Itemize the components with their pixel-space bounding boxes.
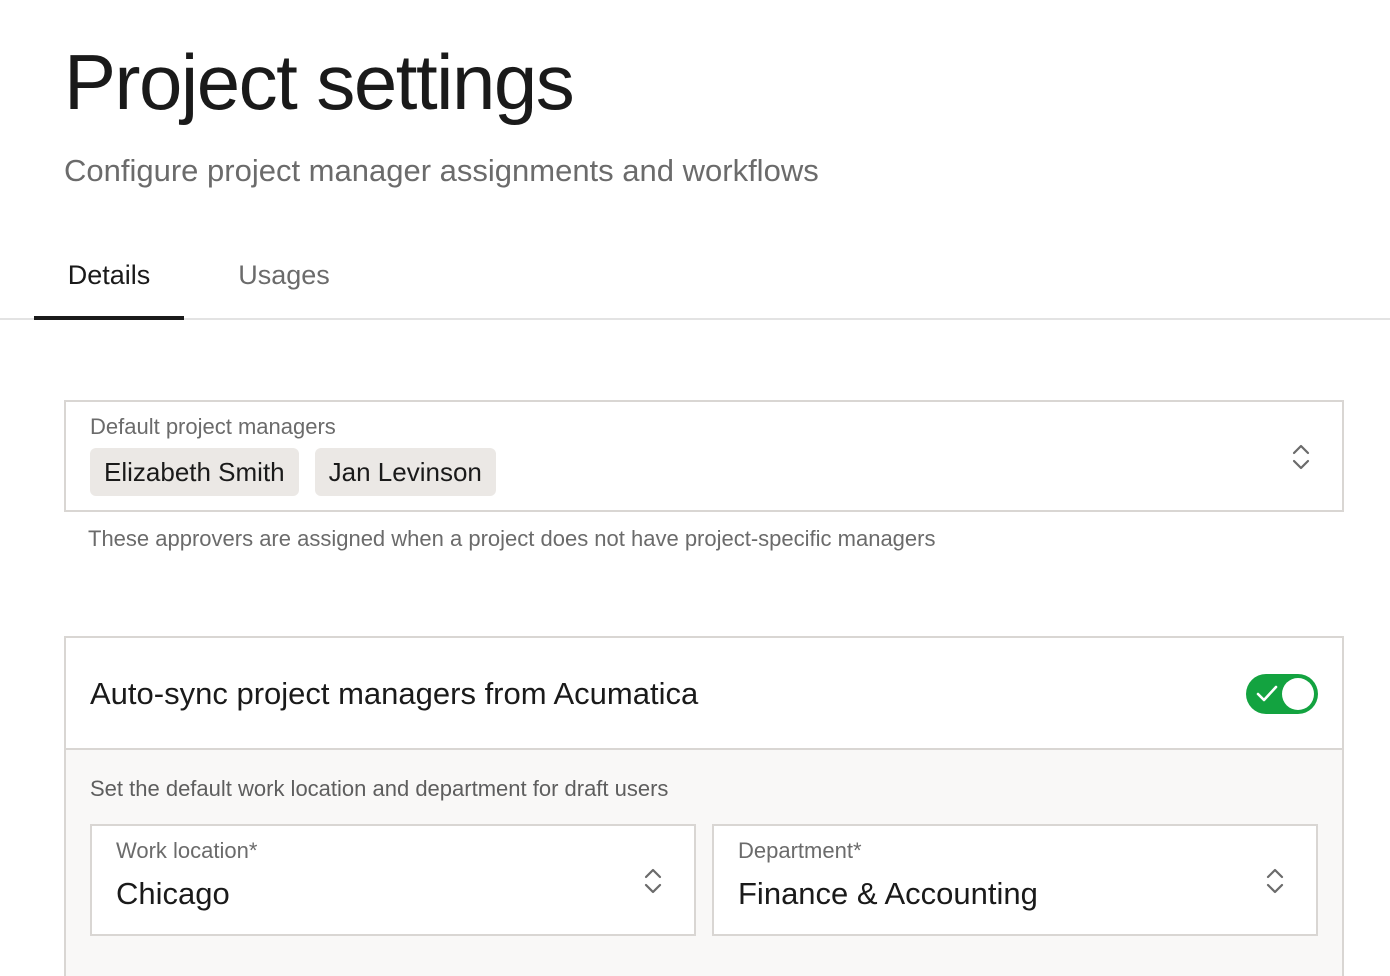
auto-sync-header: Auto-sync project managers from Acumatic…: [66, 638, 1342, 750]
auto-sync-body: Set the default work location and depart…: [66, 750, 1342, 976]
chevron-up-down-icon[interactable]: [1290, 442, 1312, 472]
check-icon: [1256, 684, 1278, 704]
auto-sync-toggle[interactable]: [1246, 674, 1318, 714]
chevron-up-down-icon[interactable]: [1264, 866, 1286, 896]
manager-chip[interactable]: Elizabeth Smith: [90, 448, 299, 496]
manager-chips: Elizabeth Smith Jan Levinson: [90, 448, 496, 496]
manager-chip[interactable]: Jan Levinson: [314, 448, 496, 496]
project-settings-page: Project settings Configure project manag…: [0, 0, 1390, 976]
department-select[interactable]: Department* Finance & Accounting: [712, 824, 1318, 936]
page-subtitle: Configure project manager assignments an…: [64, 153, 819, 188]
default-project-managers-label: Default project managers: [90, 414, 336, 439]
auto-sync-title: Auto-sync project managers from Acumatic…: [90, 676, 699, 711]
default-managers-helper-text: These approvers are assigned when a proj…: [88, 526, 936, 551]
auto-sync-description: Set the default work location and depart…: [90, 776, 669, 801]
department-value: Finance & Accounting: [738, 876, 1038, 911]
work-location-select[interactable]: Work location* Chicago: [90, 824, 696, 936]
auto-sync-card: Auto-sync project managers from Acumatic…: [64, 636, 1344, 976]
tab-bar: Details Usages: [0, 232, 1390, 320]
work-location-label: Work location*: [116, 838, 258, 863]
department-label: Department*: [738, 838, 862, 863]
work-location-value: Chicago: [116, 876, 230, 911]
chevron-up-down-icon[interactable]: [642, 866, 664, 896]
page-title: Project settings: [64, 38, 575, 126]
tab-usages[interactable]: Usages: [210, 232, 358, 318]
default-project-managers-select[interactable]: Default project managers Elizabeth Smith…: [64, 400, 1344, 512]
toggle-knob: [1282, 678, 1314, 710]
tab-details[interactable]: Details: [34, 232, 184, 320]
